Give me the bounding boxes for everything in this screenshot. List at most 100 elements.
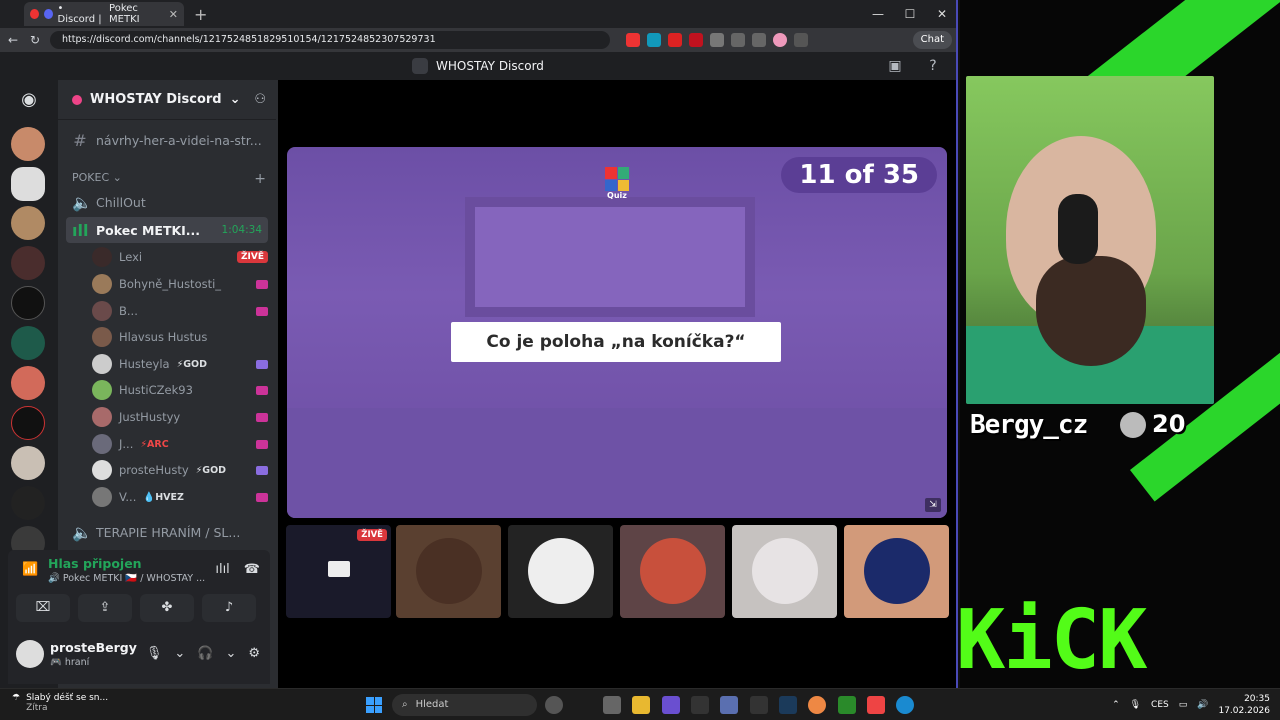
app-icon[interactable] <box>750 696 768 714</box>
steam-icon[interactable] <box>779 696 797 714</box>
edge-icon[interactable] <box>896 696 914 714</box>
start-button[interactable] <box>366 697 382 713</box>
camera-toggle-button[interactable]: ⌧ <box>16 594 70 622</box>
maximize-icon[interactable]: ☐ <box>894 0 926 28</box>
user-name[interactable]: prosteBergy <box>50 640 137 655</box>
server-icon[interactable] <box>11 366 45 400</box>
screen: • Discord | Pokec METKI ✕ + — ☐ ✕ ← ↻ ht… <box>0 0 1280 720</box>
copilot-chat-button[interactable]: Chat <box>912 31 952 49</box>
server-icon[interactable] <box>11 286 45 320</box>
voice-member[interactable]: B... <box>92 299 268 323</box>
profile-icon[interactable] <box>773 33 787 47</box>
close-window-icon[interactable]: ✕ <box>926 0 956 28</box>
activities-button[interactable]: ✤ <box>140 594 194 622</box>
file-explorer-icon[interactable] <box>632 696 650 714</box>
avatar <box>92 327 112 347</box>
discord-home-icon[interactable]: ◉ <box>11 82 47 118</box>
collapse-icon[interactable]: ⇲ <box>925 498 941 512</box>
collections-icon[interactable] <box>752 33 766 47</box>
stream-tile[interactable]: ŽIVĚ <box>286 525 391 618</box>
weather-widget[interactable]: ☂ Slabý déšť se sn... Zítra <box>12 693 108 713</box>
invite-user-icon[interactable]: ⚇ <box>254 92 266 107</box>
tray-chevron-icon[interactable]: ⌃ <box>1112 700 1120 710</box>
server-header[interactable]: WHOSTAY Discord ⌄ ⚇ <box>58 80 276 120</box>
voice-member[interactable]: Lexi ŽIVĚ <box>92 245 268 269</box>
server-icon[interactable] <box>11 446 45 480</box>
reload-icon[interactable]: ↻ <box>28 33 42 47</box>
back-icon[interactable]: ← <box>6 33 20 47</box>
screen-share-button[interactable]: ⇪ <box>78 594 132 622</box>
channel-text-suggestions[interactable]: # návrhy-her-a-videi-na-str... <box>66 127 268 153</box>
participant-tile[interactable] <box>508 525 613 618</box>
voice-member[interactable]: V... 💧HVEZ <box>92 485 268 509</box>
participant-tile[interactable] <box>732 525 837 618</box>
app-icon[interactable] <box>662 696 680 714</box>
extension-icon[interactable] <box>626 33 640 47</box>
voice-member[interactable]: Husteyla ⚡GOD <box>92 352 268 376</box>
channel-voice-active[interactable]: ıll Pokec METKI... 1:04:34 <box>66 217 268 243</box>
network-icon[interactable]: ▭ <box>1179 700 1188 710</box>
server-icon[interactable] <box>11 326 45 360</box>
extension-icon[interactable] <box>689 33 703 47</box>
server-icon[interactable] <box>11 406 45 440</box>
volume-icon[interactable]: 🔊 <box>1197 700 1208 710</box>
channel-voice-chillout[interactable]: 🔈 ChillOut <box>66 189 268 215</box>
voice-member[interactable]: Hlavsus Hustus <box>92 325 268 349</box>
inbox-icon[interactable]: ▣ <box>886 58 904 74</box>
server-icon[interactable] <box>11 246 45 280</box>
disconnect-icon[interactable]: ☎ <box>244 562 260 577</box>
taskbar-search[interactable]: ⌕ Hledat <box>392 694 537 716</box>
voice-member[interactable]: prosteHusty ⚡GOD <box>92 458 268 482</box>
microphone-icon[interactable]: 🎙 <box>1130 700 1141 710</box>
clock[interactable]: 20:35 17.02.2026 <box>1218 693 1270 717</box>
noise-suppression-icon[interactable]: ılıl <box>215 562 229 577</box>
voice-status[interactable]: Hlas připojen <box>48 556 142 571</box>
voice-member[interactable]: J... ⚡ARC <box>92 432 268 456</box>
add-channel-icon[interactable]: + <box>254 171 266 187</box>
more-icon[interactable] <box>794 33 808 47</box>
voice-member[interactable]: JustHustyy <box>92 405 268 429</box>
url-field[interactable]: https://discord.com/channels/12175248518… <box>50 31 610 49</box>
extension-icon[interactable] <box>710 33 724 47</box>
participant-tile[interactable] <box>844 525 949 618</box>
channel-voice-terapie[interactable]: 🔈 TERAPIE HRANÍM / SL... <box>66 519 268 545</box>
address-bar: ← ↻ https://discord.com/channels/1217524… <box>0 28 956 52</box>
xbox-icon[interactable] <box>838 696 856 714</box>
chevron-down-icon[interactable]: ⌄ <box>174 646 185 661</box>
app-icon[interactable] <box>691 696 709 714</box>
extension-icon[interactable] <box>647 33 661 47</box>
chevron-down-icon[interactable]: ⌄ <box>225 646 236 661</box>
brave-icon[interactable] <box>867 696 885 714</box>
server-icon[interactable] <box>11 206 45 240</box>
participant-tile[interactable] <box>396 525 501 618</box>
app-icon[interactable] <box>720 696 738 714</box>
category-header[interactable]: POKEC ⌄ + <box>72 171 266 187</box>
voice-member[interactable]: Bohyně_Hustosti_ <box>92 272 268 296</box>
webcam-feed <box>966 76 1214 404</box>
favorites-icon[interactable] <box>731 33 745 47</box>
soundboard-button[interactable]: ♪ <box>202 594 256 622</box>
help-icon[interactable]: ? <box>924 58 942 74</box>
server-icon[interactable] <box>11 127 45 161</box>
tab-discord[interactable]: • Discord | Pokec METKI ✕ <box>24 2 184 26</box>
record-icon <box>30 9 39 19</box>
user-avatar[interactable] <box>16 640 44 668</box>
close-tab-icon[interactable]: ✕ <box>169 8 178 21</box>
server-icon[interactable] <box>11 167 45 201</box>
settings-app-icon[interactable] <box>545 696 563 714</box>
quiz-activity[interactable]: Quiz 11 of 35 Co je poloha „na koníčka?“… <box>287 147 947 518</box>
voice-member[interactable]: HustiCZek93 <box>92 378 268 402</box>
settings-gear-icon[interactable]: ⚙ <box>248 646 260 661</box>
participant-tile[interactable] <box>620 525 725 618</box>
extension-icon[interactable] <box>668 33 682 47</box>
new-tab-icon[interactable]: + <box>194 5 207 24</box>
microphone-icon[interactable]: 🎙 <box>146 646 163 661</box>
chrome-icon[interactable] <box>808 696 826 714</box>
game-icon <box>256 359 268 369</box>
language-indicator[interactable]: CES <box>1151 700 1169 710</box>
voice-channel-name[interactable]: 🔊 Pokec METKI 🇨🇿 / WHOSTAY ... <box>48 573 205 584</box>
minimize-icon[interactable]: — <box>862 0 894 28</box>
headphones-icon[interactable]: 🎧 <box>197 646 213 661</box>
server-icon[interactable] <box>11 486 45 520</box>
app-icon[interactable] <box>603 696 621 714</box>
